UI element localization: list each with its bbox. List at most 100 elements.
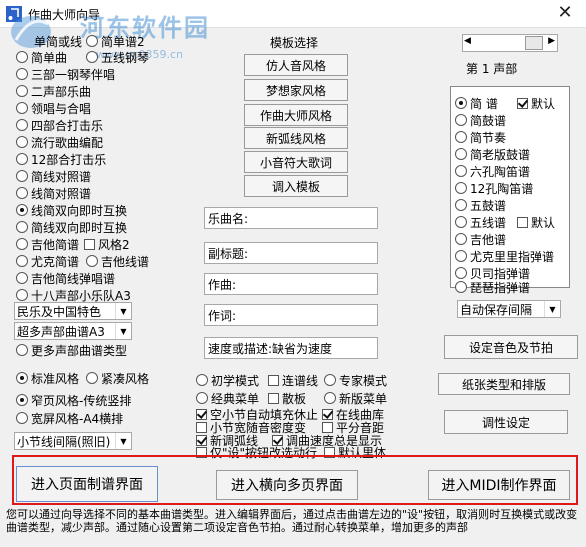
- radio-icon[interactable]: [455, 250, 467, 262]
- list-item[interactable]: 吉他谱: [455, 231, 506, 247]
- radio-icon[interactable]: [16, 170, 28, 182]
- radio-icon[interactable]: [16, 204, 28, 216]
- option-guitar-line[interactable]: 吉他线谱: [86, 253, 149, 269]
- load-template-button[interactable]: 调入模板: [244, 175, 348, 197]
- style-select[interactable]: 民乐及中国特色 ▼: [14, 302, 132, 320]
- option-style-2[interactable]: 风格2: [84, 236, 130, 252]
- radio-compact-style[interactable]: 紧凑风格: [86, 370, 149, 386]
- title-field[interactable]: 乐曲名:: [204, 207, 378, 229]
- option-four-part-percussion[interactable]: 四部合打击乐: [16, 117, 103, 133]
- radio-icon[interactable]: [455, 233, 467, 245]
- midi-editor-button[interactable]: 进入MIDI制作界面: [428, 470, 570, 500]
- chevron-down-icon[interactable]: ▼: [115, 303, 131, 319]
- radio-icon[interactable]: [16, 136, 28, 148]
- option-12-part-percussion[interactable]: 12部合打击乐: [16, 151, 106, 167]
- list-item[interactable]: 五鼓谱: [455, 197, 506, 213]
- radio-standard-style[interactable]: 标准风格: [16, 370, 79, 386]
- color-beat-button[interactable]: 设定音色及节拍: [444, 335, 578, 359]
- notation-listbox[interactable]: 简 谱 默认 简鼓谱 简节奏 简老版鼓谱 六孔陶笛谱 12孔陶笛谱 五鼓谱 五线…: [450, 86, 570, 295]
- template-button-master[interactable]: 作曲大师风格: [244, 104, 348, 126]
- radio-icon[interactable]: [196, 392, 208, 404]
- radio-narrow-page[interactable]: 窄页风格-传统竖排: [16, 392, 131, 408]
- autosave-select[interactable]: 自动保存间隔 ▼: [457, 300, 561, 318]
- radio-icon[interactable]: [16, 289, 28, 301]
- subtitle-field[interactable]: 副标题:: [204, 242, 378, 264]
- list-item[interactable]: 尤克里里指弹谱: [455, 248, 554, 264]
- list-item[interactable]: 12孔陶笛谱: [455, 180, 533, 196]
- template-button-renyin[interactable]: 仿人音风格: [244, 54, 348, 76]
- radio-icon[interactable]: [16, 412, 28, 424]
- checkbox-icon[interactable]: [196, 408, 207, 420]
- option-five-line-piano[interactable]: 五线钢琴: [86, 49, 149, 65]
- lyricist-field[interactable]: 作词:: [204, 304, 378, 326]
- radio-icon[interactable]: [324, 392, 336, 404]
- radio-icon[interactable]: [455, 131, 467, 143]
- radio-icon[interactable]: [16, 153, 28, 165]
- check-free-tempo[interactable]: 散板: [268, 390, 306, 406]
- radio-beginner-mode[interactable]: 初学模式: [196, 372, 259, 388]
- scroll-left-icon[interactable]: ◀: [464, 36, 471, 46]
- option-line-simple-swap[interactable]: 线简双向即时互换: [16, 202, 127, 218]
- option-ukulele-simple[interactable]: 尤克简谱: [16, 253, 79, 269]
- chevron-down-icon[interactable]: ▼: [544, 301, 560, 317]
- tempo-field[interactable]: 速度或描述:缺省为速度: [204, 337, 378, 359]
- paper-layout-button[interactable]: 纸张类型和排版: [438, 373, 570, 395]
- template-button-dreamer[interactable]: 梦想家风格: [244, 79, 348, 101]
- option-18-part-band[interactable]: 十八声部小乐队A3: [16, 287, 131, 303]
- option-lead-chorus[interactable]: 领唱与合唱: [16, 100, 91, 116]
- radio-classic-menu[interactable]: 经典菜单: [196, 390, 259, 406]
- multi-part-select[interactable]: 超多声部曲谱A3 ▼: [14, 322, 132, 340]
- checkbox-icon[interactable]: [268, 374, 279, 386]
- checkbox-icon[interactable]: [517, 216, 528, 228]
- radio-icon[interactable]: [16, 102, 28, 114]
- radio-icon[interactable]: [86, 35, 98, 47]
- radio-icon[interactable]: [16, 119, 28, 131]
- scroll-right-icon[interactable]: ▶: [548, 36, 555, 46]
- checkbox-icon[interactable]: [517, 97, 528, 109]
- option-simple-line-swap[interactable]: 简线双向即时互换: [16, 219, 127, 235]
- radio-icon[interactable]: [16, 372, 28, 384]
- template-button-small-note[interactable]: 小音符大歌词: [244, 151, 348, 173]
- radio-icon[interactable]: [86, 255, 98, 267]
- list-item[interactable]: 简老版鼓谱: [455, 146, 530, 162]
- radio-icon[interactable]: [16, 272, 28, 284]
- radio-icon[interactable]: [196, 374, 208, 386]
- chevron-down-icon[interactable]: ▼: [115, 433, 131, 449]
- option-simple-line-compare[interactable]: 简线对照谱: [16, 168, 91, 184]
- radio-icon[interactable]: [16, 238, 28, 250]
- option-guitar-strum[interactable]: 吉他简线弹唱谱: [16, 270, 115, 286]
- radio-icon[interactable]: [86, 372, 98, 384]
- option-more-parts[interactable]: 更多声部曲谱类型: [16, 342, 127, 358]
- option-simple-song[interactable]: 简单曲: [16, 49, 67, 65]
- radio-icon[interactable]: [324, 374, 336, 386]
- radio-icon[interactable]: [455, 165, 467, 177]
- default-check-b[interactable]: 默认: [517, 214, 555, 230]
- option-simple-2[interactable]: 简单谱2: [86, 33, 145, 49]
- list-item[interactable]: 简 谱: [455, 95, 498, 111]
- radio-icon[interactable]: [455, 114, 467, 126]
- radio-icon[interactable]: [455, 182, 467, 194]
- close-icon[interactable]: ✕: [548, 2, 582, 26]
- radio-icon[interactable]: [455, 281, 467, 293]
- list-item[interactable]: 六孔陶笛谱: [455, 163, 530, 179]
- checkbox-icon[interactable]: [322, 408, 333, 420]
- checkbox-icon[interactable]: [268, 392, 279, 404]
- radio-icon[interactable]: [16, 255, 28, 267]
- horizontal-pages-button[interactable]: 进入横向多页界面: [216, 470, 358, 500]
- checkbox-icon[interactable]: [196, 421, 207, 433]
- option-line-simple-compare[interactable]: 线简对照谱: [16, 185, 91, 201]
- key-setting-button[interactable]: 调性设定: [444, 410, 568, 434]
- radio-icon[interactable]: [16, 51, 28, 63]
- option-two-part[interactable]: 二声部乐曲: [16, 83, 91, 99]
- radio-expert-mode[interactable]: 专家模式: [324, 372, 387, 388]
- option-guitar-simple[interactable]: 吉他简谱: [16, 236, 79, 252]
- list-item[interactable]: 五线谱: [455, 214, 506, 230]
- list-item[interactable]: 简节奏: [455, 129, 506, 145]
- option-single-line[interactable]: 单简或线: [34, 33, 82, 49]
- scroll-thumb[interactable]: [525, 36, 543, 50]
- part-scrollbar[interactable]: ◀ ▶: [462, 34, 558, 52]
- radio-icon[interactable]: [16, 344, 28, 356]
- check-slur-lines[interactable]: 连谱线: [268, 372, 318, 388]
- radio-icon[interactable]: [455, 148, 467, 160]
- list-item[interactable]: 简鼓谱: [455, 112, 506, 128]
